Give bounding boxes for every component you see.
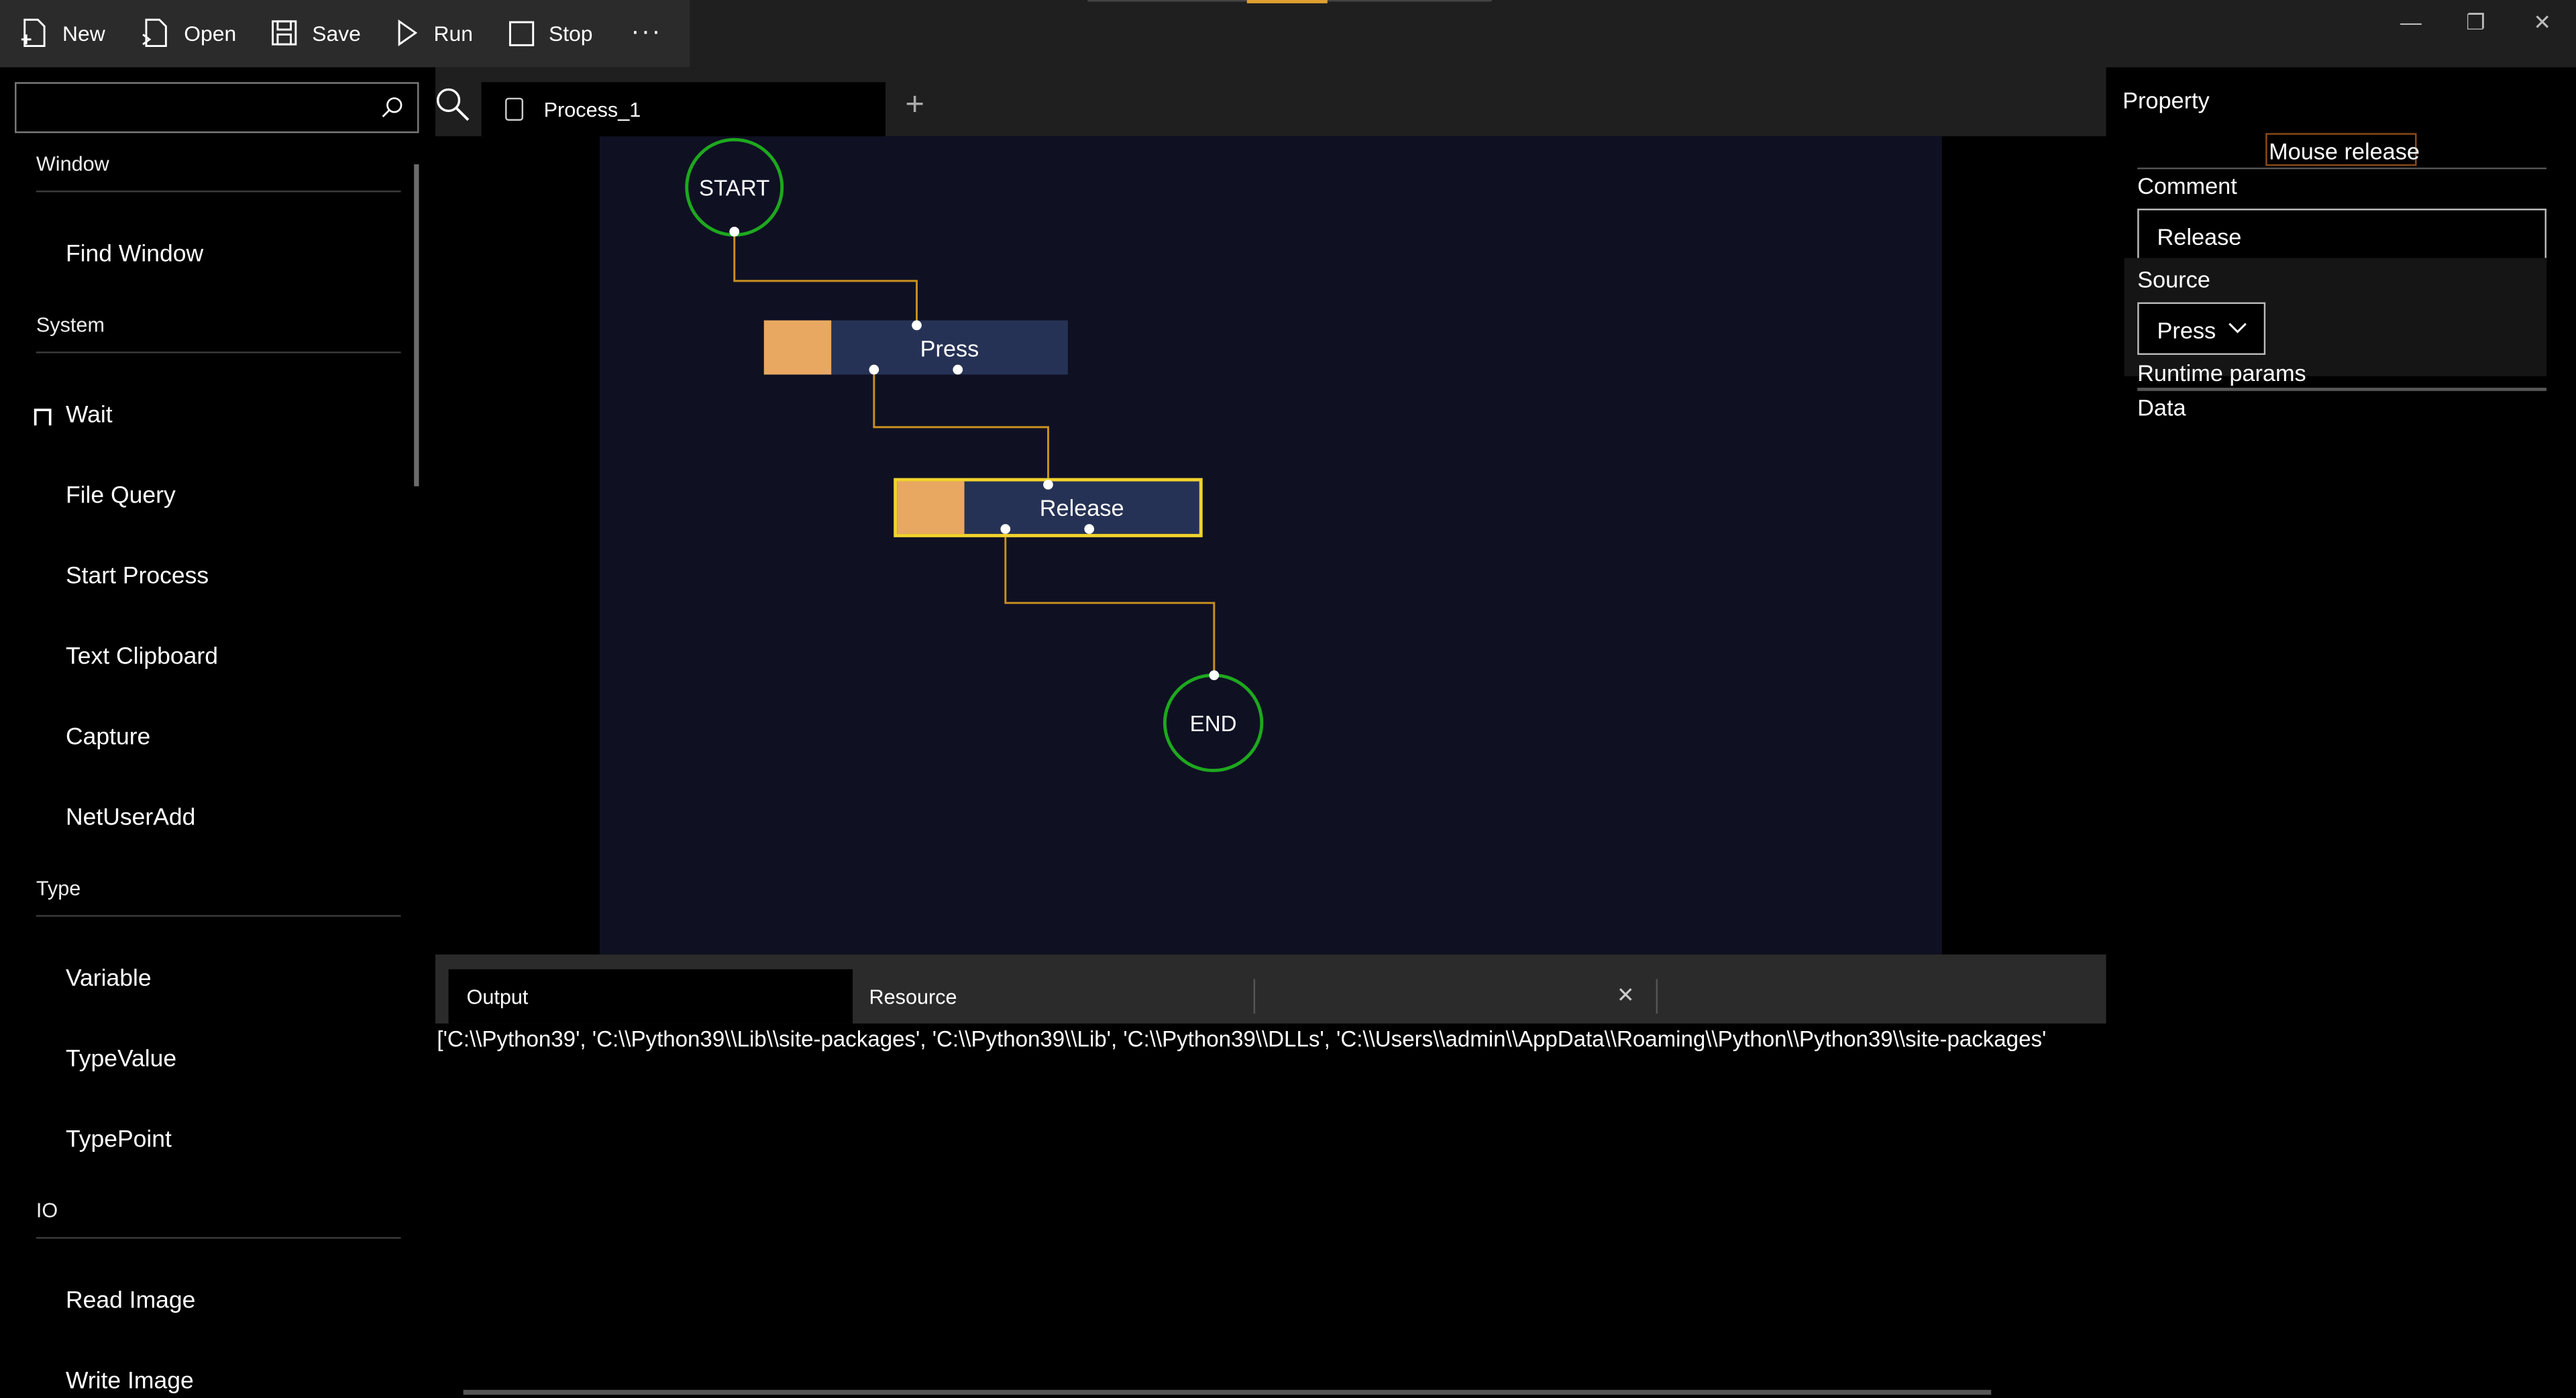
- tab-resource[interactable]: Resource: [869, 985, 957, 1008]
- runtime-params-label: Runtime params: [2137, 360, 2306, 386]
- connector-port[interactable]: [953, 364, 963, 375]
- connector-port[interactable]: [729, 226, 740, 237]
- node-label: Press: [920, 334, 979, 361]
- tab-divider: [1656, 979, 1658, 1014]
- output-horizontal-scrollbar[interactable]: [463, 1389, 1992, 1395]
- node-label: Release: [1039, 494, 1124, 521]
- source-selected-value: Press: [2157, 317, 2216, 343]
- start-node[interactable]: START: [685, 138, 784, 237]
- output-log-text: ['C:\\Python39', 'C:\\Python39\\Lib\\sit…: [437, 1026, 2047, 1052]
- source-label: Source: [2137, 266, 2210, 292]
- comment-value: Release: [2157, 223, 2242, 250]
- end-node[interactable]: END: [1163, 674, 1264, 773]
- connector-port[interactable]: [1000, 524, 1011, 534]
- chevron-down-icon: [2229, 323, 2247, 333]
- close-panel-button[interactable]: ✕: [1617, 983, 1635, 1009]
- data-label: Data: [2137, 394, 2186, 421]
- node-color-swatch: [897, 481, 965, 534]
- property-title: Property: [2123, 87, 2210, 113]
- connector-port[interactable]: [912, 320, 922, 331]
- comment-label: Comment: [2137, 172, 2237, 199]
- tab-divider: [1253, 979, 1256, 1014]
- connector-port[interactable]: [1084, 524, 1095, 534]
- connector-port[interactable]: [1209, 670, 1220, 680]
- connector-port[interactable]: [869, 364, 879, 375]
- node-color-swatch: [763, 320, 832, 375]
- tab-output-label: Output: [466, 985, 529, 1009]
- tab-output[interactable]: Output: [448, 969, 853, 1024]
- source-dropdown[interactable]: Press: [2137, 302, 2266, 355]
- property-divider: [2137, 167, 2546, 170]
- comment-field[interactable]: Release: [2137, 209, 2546, 262]
- node-type-title: Mouse release: [2269, 138, 2420, 164]
- connector-port[interactable]: [1043, 480, 1053, 490]
- property-divider: [2137, 387, 2546, 391]
